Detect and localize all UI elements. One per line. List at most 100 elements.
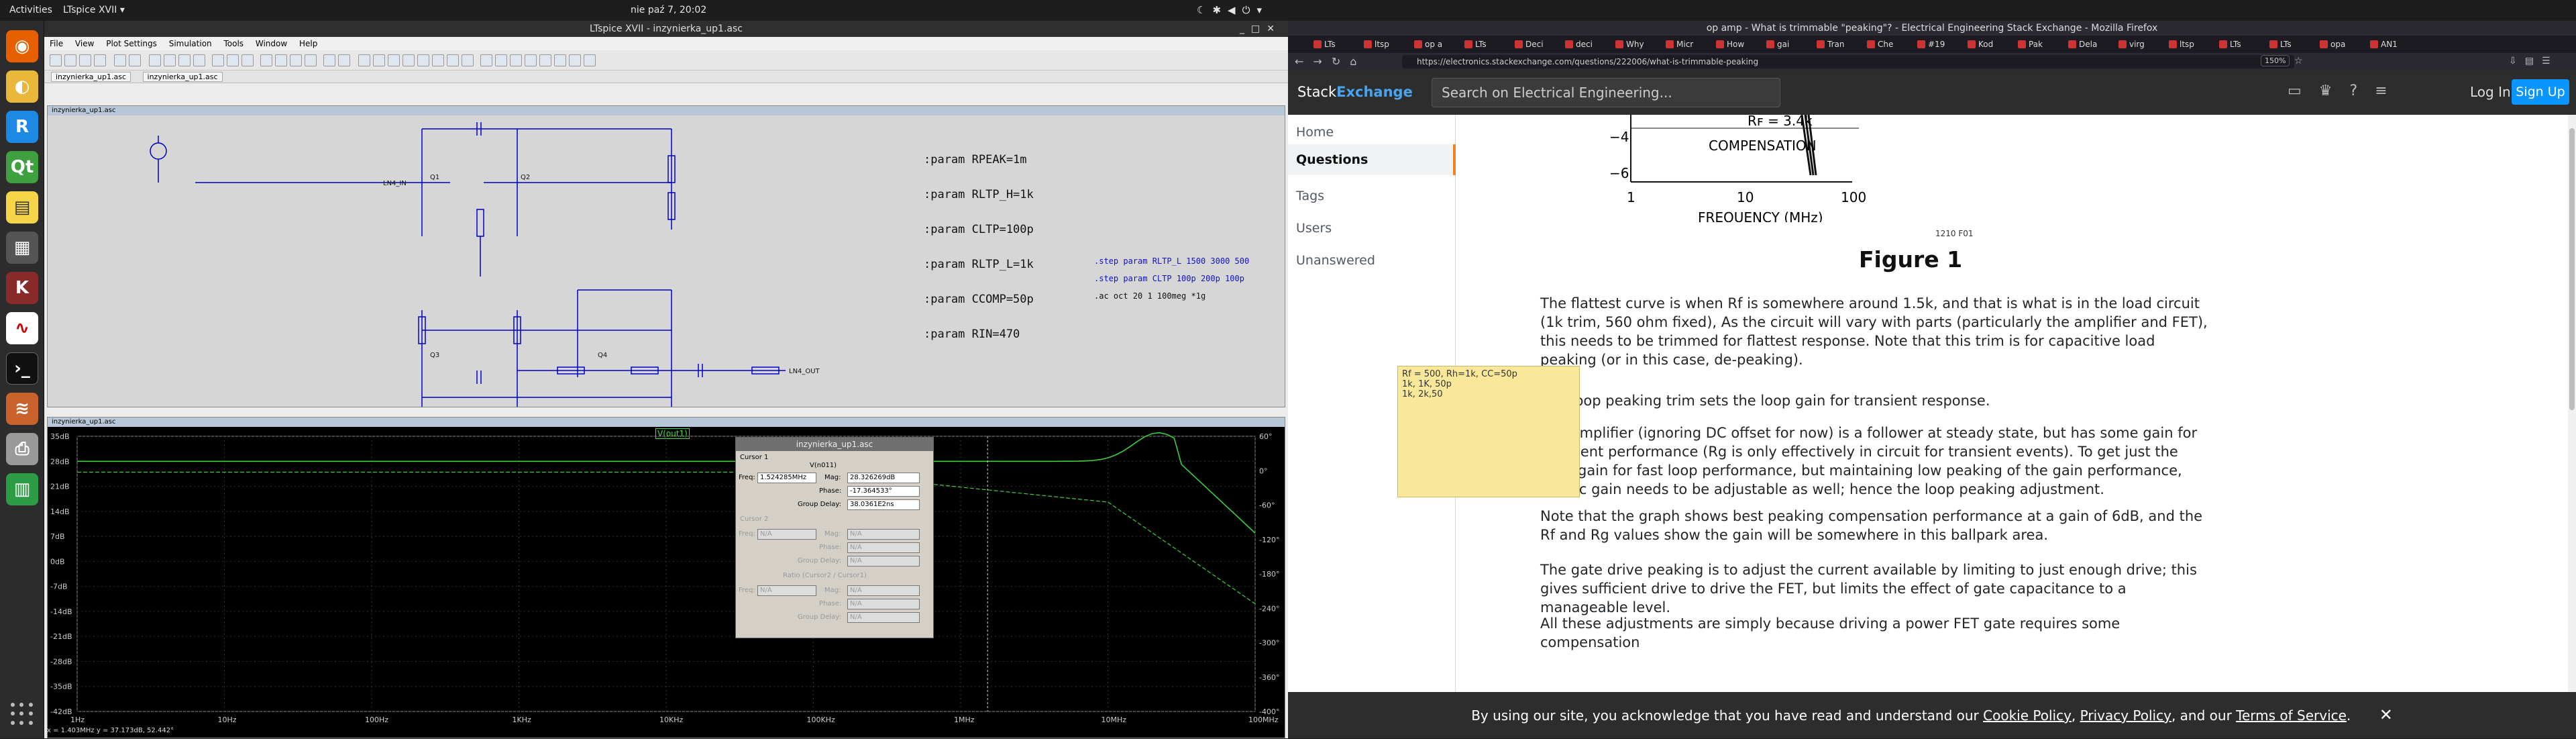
browser-tab[interactable]: Tran xyxy=(1815,38,1864,51)
window-buttons[interactable]: _□✕ xyxy=(1240,21,1281,37)
waveform-window[interactable]: inzynierka_up1.asc V(out1) 35dB 28dB 21dB 1… xyxy=(47,417,1285,738)
copy-icon[interactable] xyxy=(275,54,287,66)
clock[interactable]: nie paź 7, 20:02 xyxy=(631,5,706,15)
header-icons[interactable]: ▭♛?≡ xyxy=(2288,83,2405,99)
browser-tab[interactable]: LTs xyxy=(2268,38,2316,51)
url-bar[interactable]: https://electronics.stackexchange.com/qu… xyxy=(1402,55,2294,68)
menu-help[interactable]: Help xyxy=(299,39,317,48)
browser-tab[interactable]: deci xyxy=(1564,38,1612,51)
tile-vertical-icon[interactable] xyxy=(227,54,239,66)
mirror-icon[interactable] xyxy=(554,54,566,66)
move-icon[interactable] xyxy=(480,54,492,66)
zoom-level[interactable]: 150% xyxy=(2261,55,2290,66)
cursor-dialog[interactable]: inzynierka_up1.asc Cursor 1 V(n011) Freq… xyxy=(735,437,934,638)
nav-tags[interactable]: Tags xyxy=(1296,189,1324,203)
browser-tab[interactable]: Deci xyxy=(1513,38,1562,51)
page-scrollbar[interactable] xyxy=(2568,115,2576,692)
open-icon[interactable] xyxy=(64,54,76,66)
signup-button[interactable]: Sign Up xyxy=(2512,79,2569,105)
browser-tab[interactable]: ltsp xyxy=(1362,38,1411,51)
privacy-policy-link[interactable]: Privacy Policy xyxy=(2080,707,2171,724)
rider-icon[interactable]: R xyxy=(6,111,38,143)
scrollbar-thumb[interactable] xyxy=(2569,128,2575,410)
browser-tab[interactable]: gai xyxy=(1765,38,1813,51)
qt-icon[interactable]: Qt xyxy=(6,151,38,183)
browser-tab[interactable]: Che xyxy=(1866,38,1914,51)
phase-field[interactable]: -17.364533° xyxy=(847,486,920,497)
app-menu[interactable]: LTspice XVII ▾ xyxy=(63,5,125,15)
control-panel-icon[interactable] xyxy=(94,54,106,66)
activities-button[interactable]: Activities xyxy=(9,5,52,15)
ac-directive[interactable]: .ac oct 20 1 100meg *1g xyxy=(1094,291,1205,301)
firefox-icon[interactable]: ◉ xyxy=(6,30,38,62)
zoom-in-icon[interactable] xyxy=(164,54,176,66)
nav-questions[interactable]: Questions xyxy=(1288,144,1456,175)
component-icon[interactable] xyxy=(462,54,474,66)
browser-tab[interactable]: Micr xyxy=(1664,38,1713,51)
tab-schematic[interactable]: inzynierka_up1.asc xyxy=(51,72,131,82)
resistor-r2[interactable] xyxy=(476,209,484,237)
browser-tab[interactable]: How xyxy=(1715,38,1763,51)
kicad-icon[interactable]: K xyxy=(6,272,38,304)
zoom-fit-icon[interactable] xyxy=(193,54,205,66)
inductor-icon[interactable] xyxy=(432,54,444,66)
cascade-icon[interactable] xyxy=(241,54,254,66)
stackexchange-logo[interactable]: StackExchange xyxy=(1297,84,1413,100)
bookmark-star-icon[interactable]: ☆ xyxy=(2294,56,2303,66)
param-cltp[interactable]: :param CLTP=100p xyxy=(924,223,1034,236)
step-directive-rltp[interactable]: .step param RLTP_L 1500 3000 500 xyxy=(1094,256,1249,266)
nav-buttons[interactable]: ←→↻⌂ xyxy=(1295,55,1366,68)
param-rltp-h[interactable]: :param RLTP_H=1k xyxy=(924,188,1034,201)
group-delay-field[interactable]: 38.0361E2ns xyxy=(847,499,920,510)
undo-icon[interactable] xyxy=(510,54,522,66)
mag-field[interactable]: 28.326269dB xyxy=(847,473,920,483)
paste-icon[interactable] xyxy=(290,54,302,66)
close-icon[interactable]: ✕ xyxy=(2379,705,2393,724)
nav-users[interactable]: Users xyxy=(1296,221,1332,236)
ltspice-icon[interactable]: ≋ xyxy=(6,393,38,425)
login-link[interactable]: Log In xyxy=(2470,84,2511,100)
cookie-policy-link[interactable]: Cookie Policy xyxy=(1983,707,2072,724)
schematic-window[interactable]: inzynierka_up1.asc LN4_IN LN4_OUT Q1 Q2 … xyxy=(47,105,1285,407)
browser-tab[interactable]: Dela xyxy=(2067,38,2115,51)
nav-home[interactable]: Home xyxy=(1296,125,1334,140)
freq-field[interactable]: 1.524285MHz xyxy=(757,473,816,483)
wire-icon[interactable] xyxy=(358,54,370,66)
halt-icon[interactable] xyxy=(129,54,141,66)
browser-tab[interactable]: virg xyxy=(2117,38,2165,51)
voltage-source[interactable] xyxy=(150,142,167,160)
site-search-input[interactable]: Search on Electrical Engineering... xyxy=(1432,78,1780,107)
files-icon[interactable]: ◐ xyxy=(6,70,38,103)
browser-tab[interactable]: LTs xyxy=(1312,38,1360,51)
trophy-icon[interactable]: ♛ xyxy=(2319,83,2350,99)
pan-icon[interactable] xyxy=(149,54,161,66)
browser-tab[interactable]: #19 xyxy=(1916,38,1964,51)
bode-plot[interactable]: 35dB 28dB 21dB 14dB 7dB 0dB -7dB -14dB -21dB -28d… xyxy=(48,427,1285,736)
cut-icon[interactable] xyxy=(260,54,272,66)
spreadsheet-icon[interactable]: ▥ xyxy=(6,473,38,505)
menu-tools[interactable]: Tools xyxy=(223,39,244,48)
menu-view[interactable]: View xyxy=(75,39,94,48)
browser-tab[interactable]: ltsp xyxy=(2167,38,2216,51)
system-tray[interactable]: ☾✱◀⏻▾ xyxy=(1197,4,1269,16)
terminal-icon[interactable]: ›_ xyxy=(6,352,38,385)
param-rpeak[interactable]: :param RPEAK=1m xyxy=(924,153,1027,166)
text-icon[interactable] xyxy=(569,54,581,66)
browser-tab[interactable]: Why xyxy=(1614,38,1662,51)
spice-directive-icon[interactable] xyxy=(584,54,596,66)
hamburger-icon[interactable]: ≡ xyxy=(2375,83,2404,99)
menu-simulation[interactable]: Simulation xyxy=(169,39,212,48)
wine-icon[interactable]: ∿ xyxy=(6,312,38,344)
browser-tab[interactable]: Pak xyxy=(2017,38,2065,51)
rotate-icon[interactable] xyxy=(539,54,551,66)
browser-tab[interactable]: op a xyxy=(1413,38,1461,51)
param-ccomp[interactable]: :param CCOMP=50p xyxy=(924,293,1034,306)
calculator-icon[interactable]: ▦ xyxy=(6,232,38,264)
print-preview-icon[interactable] xyxy=(338,54,350,66)
browser-tab[interactable]: LTs xyxy=(2218,38,2266,51)
menu-plot-settings[interactable]: Plot Settings xyxy=(106,39,157,48)
ground-icon[interactable] xyxy=(373,54,385,66)
show-apps-icon[interactable] xyxy=(11,703,34,726)
browser-tab[interactable]: AN1 xyxy=(2369,38,2417,51)
run-icon[interactable] xyxy=(114,54,126,66)
